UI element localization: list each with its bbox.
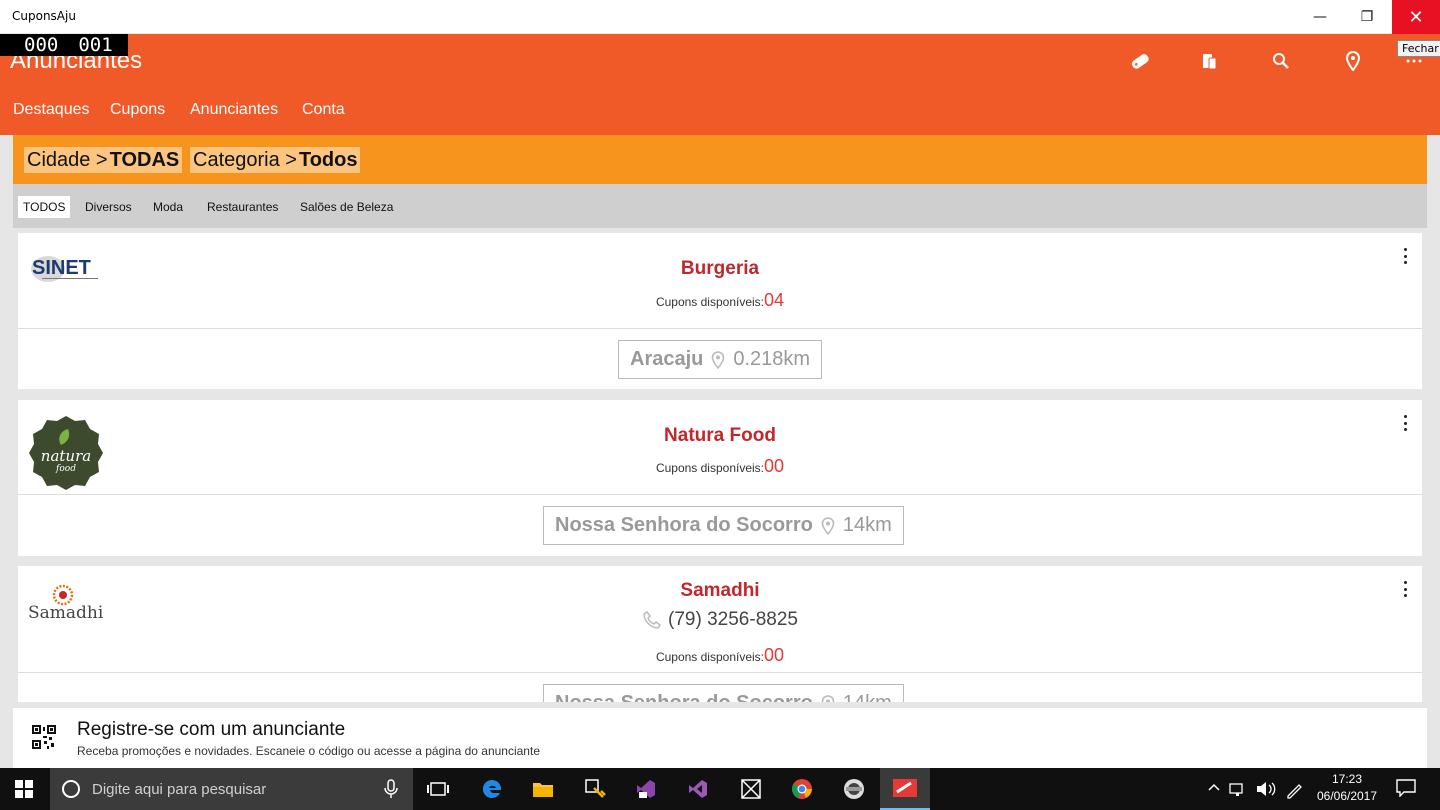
app-header: Anunciantes Destaques Cupons Anunciantes… <box>0 34 1440 135</box>
card-divider <box>18 328 1422 329</box>
location-icon[interactable] <box>1340 48 1366 74</box>
category-tab-restaurantes[interactable]: Restaurantes <box>207 196 278 218</box>
location-distance: 14km <box>842 514 892 536</box>
tab-cupons[interactable]: Cupons <box>110 101 165 119</box>
cuponsaju-icon[interactable] <box>880 768 930 810</box>
coupon-count-label: Cupons disponíveis: <box>655 295 765 309</box>
app-icon[interactable] <box>727 768 775 810</box>
taskbar-search-box[interactable]: Digite aqui para pesquisar <box>50 768 413 810</box>
coupon-count: Cupons disponíveis:00 <box>18 456 1422 477</box>
category-tab-saloes[interactable]: Salões de Beleza <box>300 196 393 218</box>
tab-anunciantes[interactable]: Anunciantes <box>190 101 278 119</box>
more-options-button[interactable] <box>1400 579 1410 599</box>
coupon-count-value: 00 <box>764 456 785 476</box>
visual-studio-icon[interactable] <box>674 768 722 810</box>
location-distance: 0.218km <box>733 348 811 370</box>
show-hidden-icons-icon[interactable] <box>1208 781 1220 796</box>
location-pin-icon <box>712 350 725 369</box>
category-filter-label: Categoria > <box>193 148 297 171</box>
action-center-icon[interactable] <box>1396 779 1416 801</box>
filter-bar: Cidade > TODAS Categoria > Todos <box>13 135 1427 184</box>
location-button[interactable]: Nossa Senhora do Socorro 14km <box>543 684 904 702</box>
more-options-button[interactable] <box>1400 246 1410 266</box>
more-options-button[interactable] <box>1400 413 1410 433</box>
card-divider <box>18 672 1422 673</box>
coupon-count-label: Cupons disponíveis: <box>655 461 765 475</box>
visual-studio-blend-icon[interactable] <box>622 768 670 810</box>
location-pin-icon <box>821 694 835 702</box>
city-filter-value: TODAS <box>109 148 180 171</box>
tab-conta[interactable]: Conta <box>302 101 345 119</box>
location-city: Aracaju <box>630 348 704 370</box>
coupon-count: Cupons disponíveis:04 <box>18 290 1422 311</box>
card-divider <box>18 494 1422 495</box>
devices-icon[interactable] <box>1197 48 1223 74</box>
advertiser-name[interactable]: Natura Food <box>18 425 1422 447</box>
phone-icon <box>643 610 662 629</box>
microphone-icon[interactable] <box>384 779 398 799</box>
minimize-button[interactable]: — <box>1297 0 1343 34</box>
location-distance: 14km <box>843 692 892 702</box>
app-round-icon[interactable] <box>830 768 878 810</box>
coupon-count-value: 04 <box>764 290 785 310</box>
close-tooltip: Fechar <box>1397 40 1440 57</box>
advertiser-card[interactable]: SINET Burgeria Cupons disponíveis:04 Ara… <box>18 233 1422 389</box>
city-filter[interactable]: Cidade > TODAS <box>24 147 183 173</box>
category-tab-moda[interactable]: Moda <box>153 196 183 218</box>
windows-taskbar: Digite aqui para pesquisar 17:23 06/06/2… <box>0 768 1440 810</box>
clock-date: 06/06/2017 <box>1316 789 1378 803</box>
window-titlebar: CuponsAju — ❐ ✕ <box>0 0 1440 34</box>
coupon-icon[interactable] <box>1127 48 1153 74</box>
edge-icon[interactable] <box>468 768 516 810</box>
search-icon[interactable] <box>1268 48 1294 74</box>
coupon-count: Cupons disponíveis:00 <box>18 645 1422 666</box>
location-button[interactable]: Aracaju 0.218km <box>618 340 823 379</box>
taskbar-search-placeholder: Digite aqui para pesquisar <box>92 780 267 798</box>
taskbar-clock[interactable]: 17:23 06/06/2017 <box>1305 771 1389 805</box>
coupon-count-value: 00 <box>764 645 785 665</box>
network-icon[interactable] <box>1229 781 1249 801</box>
file-explorer-icon[interactable] <box>519 768 567 810</box>
frame-counter: 000 001 <box>0 34 128 56</box>
windows-start-icon[interactable] <box>0 768 48 810</box>
advertiser-card[interactable]: Samadhi Samadhi (79) 3256-8825 Cupons di… <box>18 566 1422 702</box>
advertiser-card[interactable]: natura food Natura Food Cupons disponíve… <box>18 400 1422 556</box>
app-title: CuponsAju <box>12 9 76 23</box>
volume-icon[interactable] <box>1256 781 1276 801</box>
advertiser-name[interactable]: Samadhi <box>18 580 1422 602</box>
location-button[interactable]: Nossa Senhora do Socorro 14km <box>543 506 904 545</box>
category-tab-todos[interactable]: TODOS <box>18 196 71 218</box>
category-tab-diversos[interactable]: Diversos <box>85 196 132 218</box>
cortana-icon <box>62 780 80 798</box>
advertiser-name[interactable]: Burgeria <box>18 258 1422 280</box>
tab-destaques[interactable]: Destaques <box>13 101 90 119</box>
counter-left: 000 <box>24 34 59 56</box>
location-city: Nossa Senhora do Socorro <box>555 514 813 536</box>
location-pin-icon <box>821 516 835 535</box>
advertiser-phone[interactable]: (79) 3256-8825 <box>18 609 1422 631</box>
pen-icon[interactable] <box>1285 781 1303 803</box>
advertiser-list: SINET Burgeria Cupons disponíveis:04 Ara… <box>13 228 1427 702</box>
register-subtitle: Receba promoções e novidades. Escaneie o… <box>77 744 540 758</box>
counter-right: 001 <box>78 34 113 56</box>
location-city: Nossa Senhora do Socorro <box>555 692 813 702</box>
qr-code-icon <box>32 725 56 749</box>
clock-time: 17:23 <box>1331 772 1363 786</box>
phone-number: (79) 3256-8825 <box>668 609 798 630</box>
tool-icon[interactable] <box>571 768 619 810</box>
task-view-icon[interactable] <box>414 768 462 810</box>
category-filter-value: Todos <box>298 148 358 171</box>
category-tabs: TODOS Diversos Moda Restaurantes Salões … <box>13 184 1427 228</box>
register-banner[interactable]: Registre-se com um anunciante Receba pro… <box>13 708 1427 768</box>
maximize-button[interactable]: ❐ <box>1344 0 1390 34</box>
chrome-icon[interactable] <box>778 768 826 810</box>
close-button[interactable]: ✕ <box>1392 0 1440 34</box>
category-filter[interactable]: Categoria > Todos <box>190 147 361 173</box>
city-filter-label: Cidade > <box>27 148 108 171</box>
coupon-count-label: Cupons disponíveis: <box>655 650 765 664</box>
register-title: Registre-se com um anunciante <box>77 719 346 740</box>
